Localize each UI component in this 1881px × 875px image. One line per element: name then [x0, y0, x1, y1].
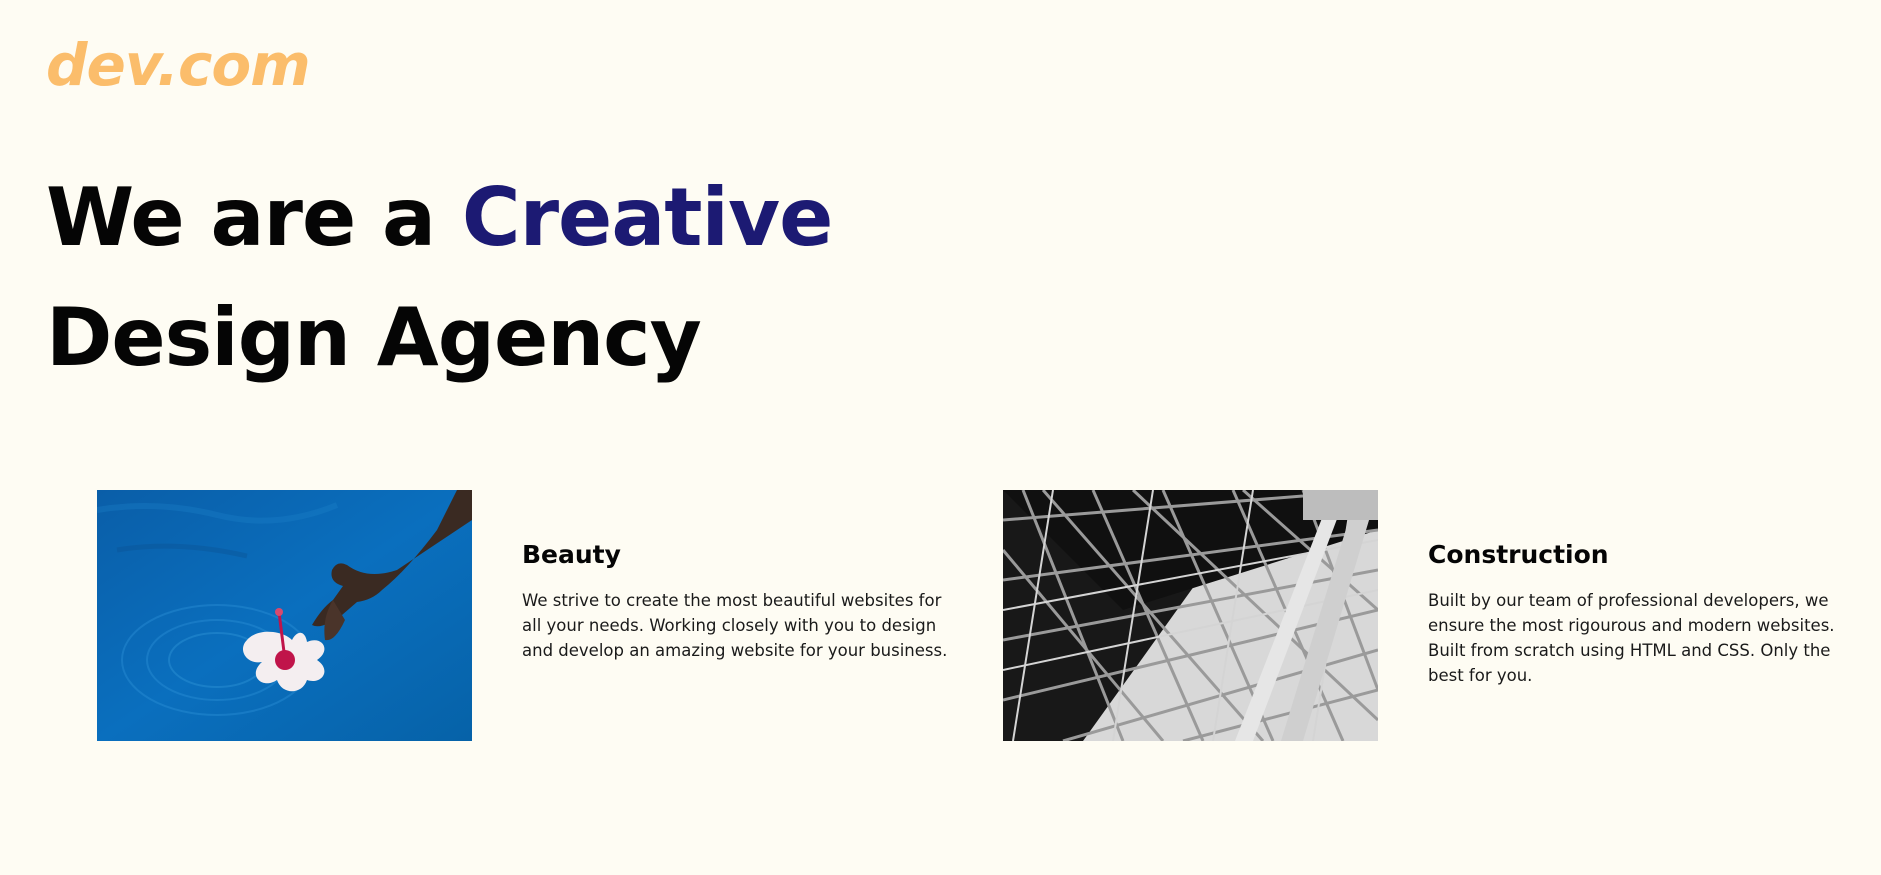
hero-line-1: We are a Creative: [46, 158, 833, 278]
hero-line-1-prefix: We are a: [46, 171, 462, 264]
hero-heading: We are a Creative Design Agency: [46, 158, 833, 398]
hero-line-2: Design Agency: [46, 291, 702, 384]
logo[interactable]: dev.com: [46, 30, 311, 100]
services-section: Beauty We strive to create the most beau…: [97, 490, 1881, 741]
flower-in-water-illustration: [97, 490, 472, 741]
service-description-beauty: We strive to create the most beautiful w…: [522, 591, 948, 660]
service-description-construction: Built by our team of professional develo…: [1428, 591, 1835, 685]
construction-image: [1003, 490, 1378, 741]
beauty-text: Beauty We strive to create the most beau…: [522, 538, 962, 663]
hero-highlight-word: Creative: [461, 171, 833, 264]
service-title-beauty: Beauty: [522, 540, 621, 569]
service-title-construction: Construction: [1428, 540, 1609, 569]
steel-structure-illustration: [1003, 490, 1378, 741]
construction-text: Construction Built by our team of profes…: [1428, 538, 1868, 688]
beauty-image: [97, 490, 472, 741]
